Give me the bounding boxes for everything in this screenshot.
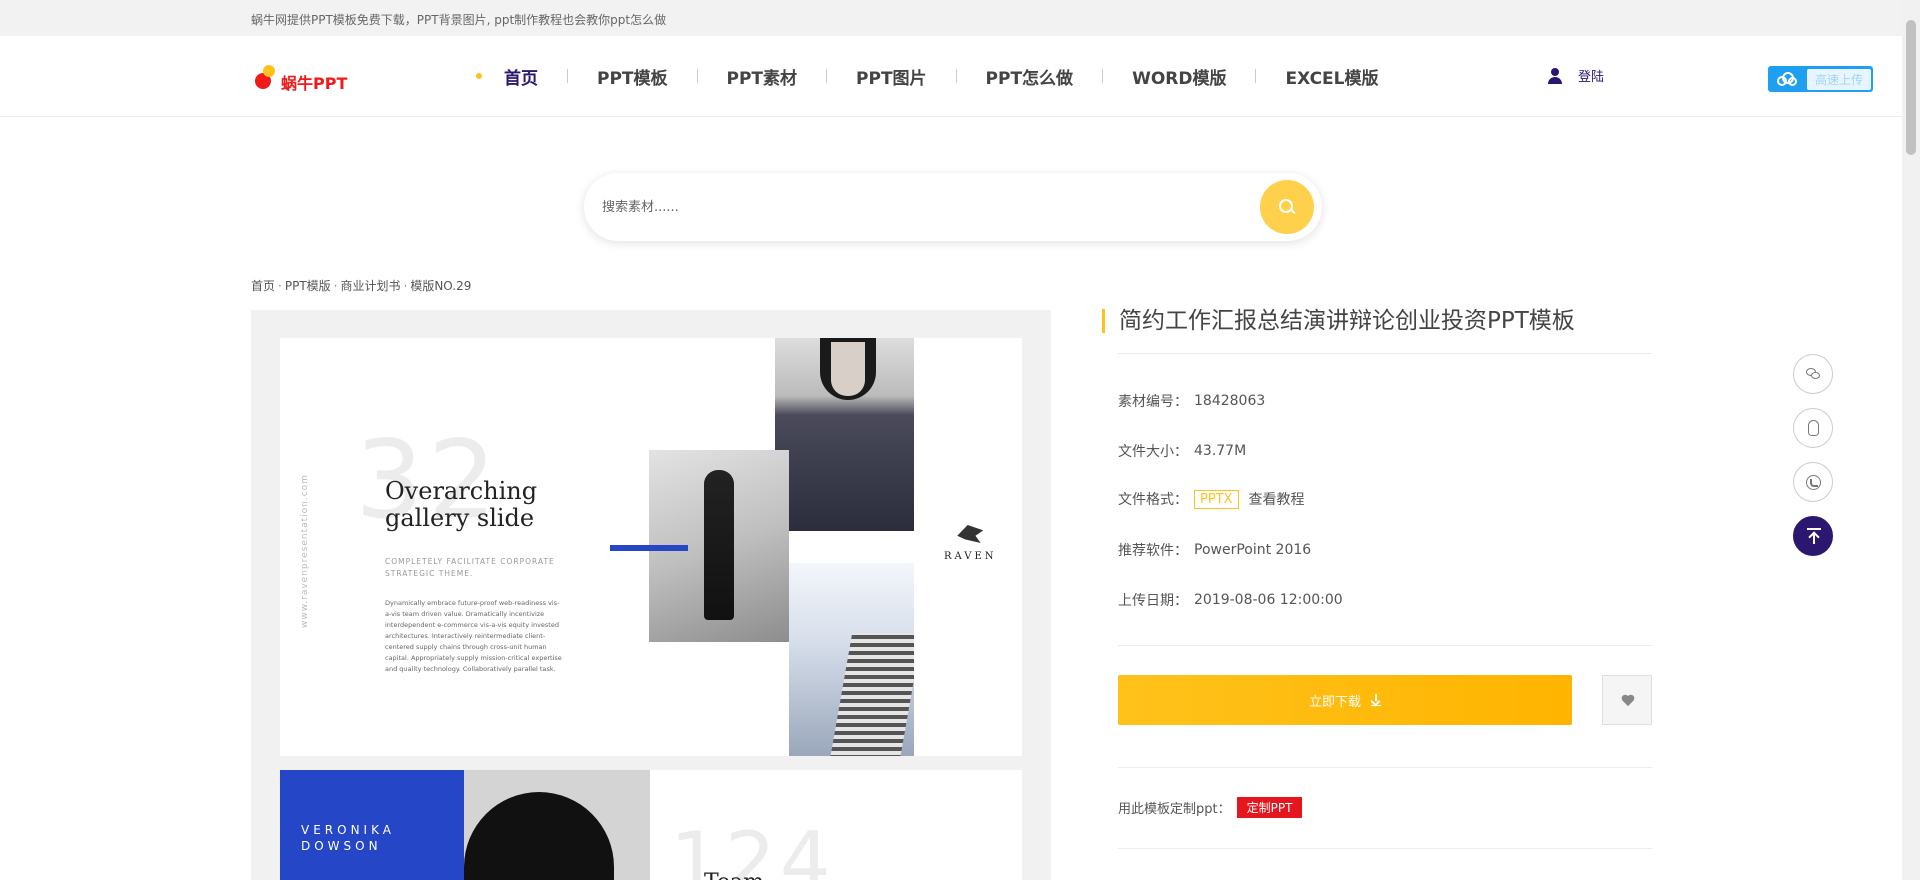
qq-icon xyxy=(1808,420,1819,436)
preview-slide: VERONIKADOWSON 124 Team xyxy=(280,770,1022,880)
divider xyxy=(1118,353,1652,354)
download-icon xyxy=(1371,694,1381,706)
nav-item-ppt-templates[interactable]: PPT模板 xyxy=(597,64,668,89)
template-preview: 32 www.ravenpresentation.com Overarching… xyxy=(251,310,1051,880)
info-row-id: 素材编号： 18428063 xyxy=(1118,393,1266,410)
cloud-icon xyxy=(1777,72,1797,86)
info-row-date: 上传日期： 2019-08-06 12:00:00 xyxy=(1118,592,1343,609)
nav-divider xyxy=(955,69,957,83)
info-row-format: 文件格式： PPTX 查看教程 xyxy=(1118,489,1305,509)
nav-item-word-templates[interactable]: WORD模版 xyxy=(1132,64,1226,89)
slide-body: Dynamically embrace future-proof web-rea… xyxy=(385,599,562,673)
logo[interactable]: 蜗牛PPT xyxy=(251,61,347,95)
nav-item-ppt-images[interactable]: PPT图片 xyxy=(856,64,927,89)
back-to-top-button[interactable] xyxy=(1793,516,1833,556)
divider xyxy=(1118,848,1652,849)
login-label: 登陆 xyxy=(1578,70,1605,85)
slide-title: Team xyxy=(704,870,764,880)
nav-divider xyxy=(826,69,828,83)
slide-photo-person xyxy=(464,770,650,880)
custom-ppt-button[interactable]: 定制PPT xyxy=(1236,797,1303,818)
nav-item-ppt-materials[interactable]: PPT素材 xyxy=(727,64,798,89)
custom-ppt-label: 用此模板定制ppt： xyxy=(1118,802,1231,817)
back-to-top-icon xyxy=(1807,528,1821,544)
slide-vertical-url: www.ravenpresentation.com xyxy=(300,474,310,628)
slide-brand-name: RAVEN xyxy=(944,551,997,562)
template-title: 简约工作汇报总结演讲辩论创业投资PPT模板 xyxy=(1102,309,1575,333)
breadcrumb-business-plan[interactable]: 商业计划书 xyxy=(340,279,400,293)
nav-divider xyxy=(1255,69,1257,83)
nav-item-home[interactable]: 首页 xyxy=(504,64,538,89)
info-row-size: 文件大小： 43.77M xyxy=(1118,443,1247,460)
nav-active-dot-icon xyxy=(476,73,482,79)
qq-button[interactable] xyxy=(1793,408,1833,448)
top-bar-text: 蜗牛网提供PPT模板免费下载，PPT背景图片, ppt制作教程也会教你ppt怎么… xyxy=(251,13,667,27)
slide-accent-bar xyxy=(610,545,688,551)
slide-photo-building xyxy=(789,563,914,756)
upload-button[interactable]: 高速上传 xyxy=(1768,66,1873,92)
slide-photo-woman xyxy=(775,338,914,531)
nav-divider xyxy=(567,69,568,83)
slide-brand: RAVEN xyxy=(944,525,997,562)
divider xyxy=(1118,767,1652,768)
preview-slide: 32 www.ravenpresentation.com Overarching… xyxy=(280,338,1022,756)
slide-subtitle: COMPLETELY FACILITATE CORPORATE STRATEGI… xyxy=(385,557,555,578)
page-scrollbar[interactable] xyxy=(1902,0,1920,880)
breadcrumb-ppt-templates[interactable]: PPT模版 xyxy=(285,279,331,293)
custom-ppt-row: 用此模板定制ppt： 定制PPT xyxy=(1118,797,1303,818)
breadcrumb-current: 模版NO.29 xyxy=(410,279,472,293)
wechat-button[interactable] xyxy=(1793,354,1833,394)
login-link[interactable]: 登陆 xyxy=(1546,66,1604,85)
download-button[interactable]: 立即下载 xyxy=(1118,675,1572,725)
view-tutorial-link[interactable]: 查看教程 xyxy=(1249,489,1305,509)
breadcrumb: 首页 · PPT模版 · 商业计划书 · 模版NO.29 xyxy=(251,279,472,293)
phone-button[interactable] xyxy=(1793,462,1833,502)
slide-title: Overarching gallery slide xyxy=(385,477,538,532)
nav-divider xyxy=(1102,69,1104,83)
breadcrumb-home[interactable]: 首页 xyxy=(251,279,275,293)
slide-blue-panel: VERONIKA DOWSON xyxy=(280,770,464,880)
raven-bird-icon xyxy=(957,525,984,543)
header: 蜗牛PPT 首页 PPT模板 PPT素材 PPT图片 PPT怎么做 WORD模版… xyxy=(0,36,1902,117)
info-row-software: 推荐软件： PowerPoint 2016 xyxy=(1118,542,1312,559)
search-bar xyxy=(584,173,1322,241)
scrollbar-thumb[interactable] xyxy=(1906,20,1916,155)
upload-label: 高速上传 xyxy=(1807,68,1872,90)
format-badge: PPTX xyxy=(1194,489,1239,509)
favorite-button[interactable] xyxy=(1602,675,1652,725)
top-bar: 蜗牛网提供PPT模板免费下载，PPT背景图片, ppt制作教程也会教你ppt怎么… xyxy=(0,0,1902,36)
search-input[interactable] xyxy=(602,191,1202,223)
download-label: 立即下载 xyxy=(1308,694,1361,710)
divider xyxy=(1118,645,1652,646)
slide-person-name: VERONIKA DOWSON xyxy=(301,823,395,853)
user-icon xyxy=(1546,67,1564,85)
heart-icon xyxy=(1621,695,1635,707)
nav-divider xyxy=(696,69,698,83)
logo-text: 蜗牛PPT xyxy=(281,74,348,93)
phone-icon xyxy=(1806,475,1821,490)
wechat-icon xyxy=(1806,368,1820,380)
nav-item-excel-templates[interactable]: EXCEL模版 xyxy=(1285,64,1378,89)
logo-dot-icon xyxy=(263,65,275,77)
search-icon xyxy=(1279,199,1294,214)
nav-item-ppt-howto[interactable]: PPT怎么做 xyxy=(986,64,1074,89)
search-button[interactable] xyxy=(1260,180,1314,234)
main-nav: 首页 PPT模板 PPT素材 PPT图片 PPT怎么做 WORD模版 EXCEL… xyxy=(476,64,1379,89)
